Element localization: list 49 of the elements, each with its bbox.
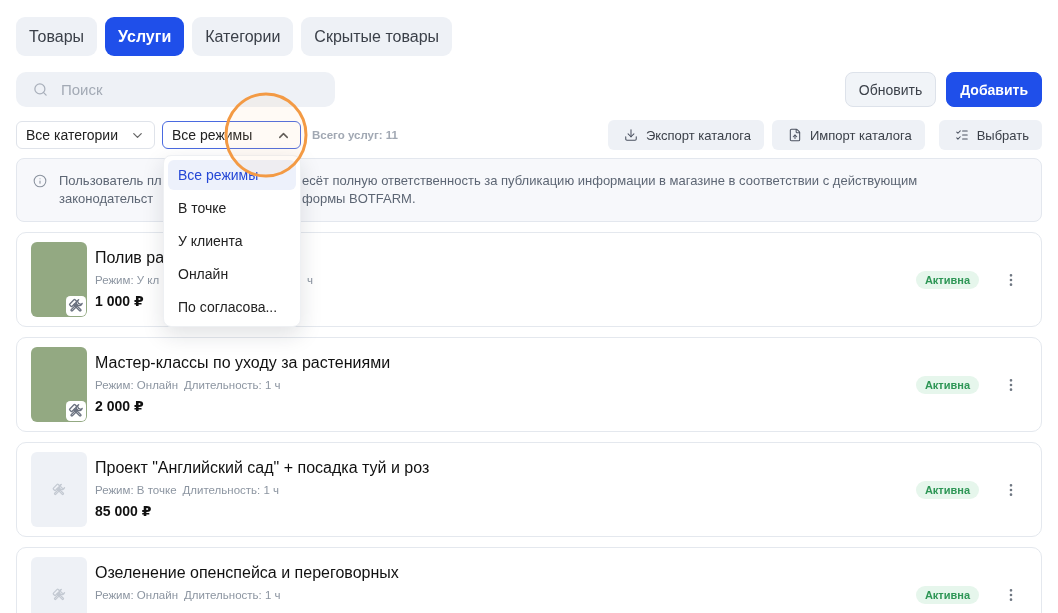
service-price: 1 000 ₽ — [95, 292, 144, 310]
tools-icon — [66, 296, 86, 316]
info-text: Пользователь пл — [59, 172, 162, 190]
service-card[interactable]: Озеленение опенспейса и переговорных Режим: Онлайн Длительность: 1 ч Активна — [16, 547, 1042, 613]
service-mode: Режим: Онлайн — [95, 378, 179, 392]
filter-select[interactable]: Все категории — [16, 121, 155, 149]
total-count: Всего услуг: 11 — [312, 129, 398, 141]
catalog-action-button[interactable]: Экспорт каталога — [607, 120, 764, 150]
info-text: есёт полную ответственность за публикацию информации в магазине в соответствии с действующим — [302, 172, 918, 190]
info-text: формы BOTFARM. — [302, 190, 416, 208]
checklist-icon — [954, 128, 969, 142]
service-title: Полив ра — [95, 248, 165, 268]
service-mode: Режим: Онлайн — [95, 588, 179, 602]
service-title: Озеленение опенспейса и переговорных — [95, 563, 399, 583]
service-duration: ч — [307, 273, 313, 287]
info-icon — [33, 174, 47, 188]
add-button[interactable]: Добавить — [946, 72, 1042, 107]
service-duration: Длительность: 1 ч — [182, 483, 280, 497]
file-upload-icon — [787, 128, 802, 142]
service-duration: Длительность: 1 ч — [184, 588, 281, 602]
menu-option[interactable]: По согласова... — [168, 292, 296, 322]
service-title: Проект "Английский сад" + посадка туй и роз — [95, 458, 430, 478]
service-duration: Длительность: 1 ч — [184, 378, 281, 392]
service-price: 2 000 ₽ — [95, 397, 144, 415]
status-badge: Активна — [915, 585, 979, 604]
catalog-action-button[interactable]: Выбрать — [938, 120, 1042, 150]
search-field[interactable]: Поиск — [16, 72, 335, 107]
service-mode: Режим: В точке — [95, 483, 177, 497]
service-mode: Режим: У кл — [95, 273, 160, 287]
search-icon — [33, 82, 48, 97]
service-title: Мастер-классы по уходу за растениями — [95, 353, 391, 373]
tab[interactable]: Товары — [16, 17, 98, 56]
info-text: законодательст — [59, 190, 154, 208]
download-icon — [623, 128, 638, 142]
menu-option[interactable]: Все режимы — [168, 160, 296, 190]
service-card[interactable]: Мастер-классы по уходу за растениями Режим: Онлайн Длительность: 1 ч 2 000 ₽ Активна — [16, 337, 1042, 432]
tools-icon — [66, 401, 86, 421]
service-card[interactable]: Проект "Английский сад" + посадка туй и роз Режим: В точке Длительность: 1 ч 85 000 ₽ Активна — [16, 442, 1042, 537]
status-badge: Активна — [915, 480, 979, 499]
status-badge: Активна — [915, 375, 979, 394]
catalog-action-button[interactable]: Импорт каталога — [771, 120, 925, 150]
menu-option[interactable]: Онлайн — [168, 259, 296, 289]
menu-option[interactable]: В точке — [168, 193, 296, 223]
service-price: 85 000 ₽ — [95, 502, 152, 520]
tab[interactable]: Категории — [192, 17, 294, 56]
status-badge: Активна — [915, 270, 979, 289]
tab[interactable]: Услуги — [105, 17, 185, 56]
tab[interactable]: Скрытые товары — [301, 17, 453, 56]
refresh-button[interactable]: Обновить — [844, 72, 937, 107]
